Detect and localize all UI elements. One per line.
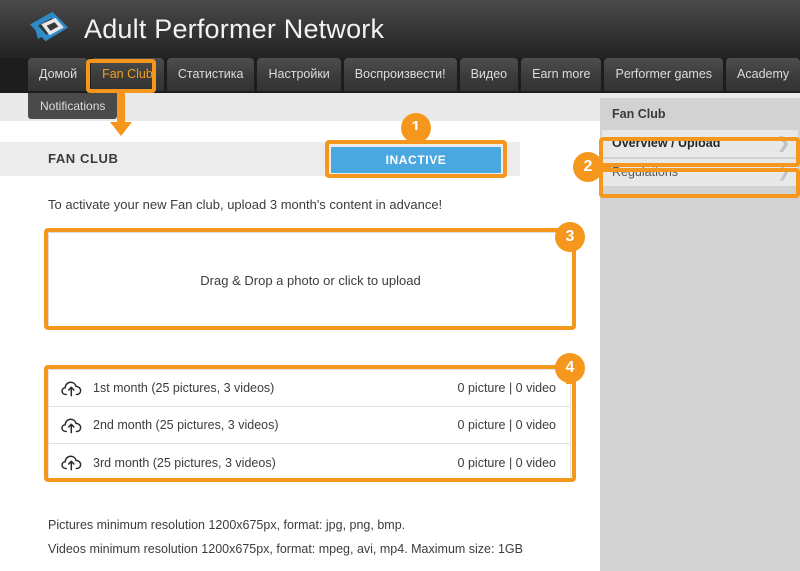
sidebar-item-label: Overview / Upload: [612, 136, 721, 150]
chevron-right-icon: ❯: [777, 135, 790, 152]
cloud-upload-icon: [49, 417, 93, 434]
nav-tab-settings[interactable]: Настройки: [257, 58, 341, 91]
requirements-notes: Pictures minimum resolution 1200x675px, …: [48, 518, 523, 566]
nav-tab-academy[interactable]: Academy: [726, 58, 800, 91]
main-navigation: Домой Fan Club Статистика Настройки Восп…: [0, 58, 800, 93]
upload-dropzone[interactable]: Drag & Drop a photo or click to upload: [48, 232, 573, 328]
nav-tab-fan-club[interactable]: Fan Club: [91, 58, 164, 91]
dropzone-label: Drag & Drop a photo or click to upload: [200, 272, 421, 288]
sidebar-item-overview-upload[interactable]: Overview / Upload ❯: [602, 130, 798, 157]
nav-tab-home[interactable]: Домой: [28, 58, 89, 91]
sidebar-item-label: Regulations: [612, 165, 679, 179]
list-item-count: 0 picture | 0 video: [457, 455, 556, 470]
nav-tab-statistics[interactable]: Статистика: [166, 58, 255, 91]
sidebar-item-regulations[interactable]: Regulations ❯: [602, 159, 798, 186]
list-item-label: 1st month (25 pictures, 3 videos): [93, 381, 275, 395]
nav-tab-play[interactable]: Воспроизвести!: [343, 58, 457, 91]
status-badge-inactive[interactable]: INACTIVE: [331, 147, 501, 173]
list-item-count: 0 picture | 0 video: [457, 381, 556, 395]
subnav-item-notifications[interactable]: Notifications: [28, 93, 118, 119]
list-item[interactable]: 1st month (25 pictures, 3 videos) 0 pict…: [49, 370, 570, 407]
page-title: Adult Performer Network: [84, 13, 385, 44]
list-item[interactable]: 3rd month (25 pictures, 3 videos) 0 pict…: [49, 444, 570, 481]
month-upload-list: 1st month (25 pictures, 3 videos) 0 pict…: [48, 369, 571, 482]
app-window: Adult Performer Network Домой Fan Club С…: [0, 0, 800, 571]
list-item-label: 3rd month (25 pictures, 3 videos): [93, 455, 276, 470]
picture-requirements: Pictures minimum resolution 1200x675px, …: [48, 518, 406, 532]
nav-tab-video[interactable]: Видео: [459, 58, 519, 91]
list-item-label: 2nd month (25 pictures, 3 videos): [93, 418, 279, 432]
right-sidebar: Fan Club Overview / Upload ❯ Regulations…: [600, 98, 800, 571]
app-header: Adult Performer Network: [0, 0, 800, 58]
sidebar-title: Fan Club: [612, 107, 666, 121]
intro-text: To activate your new Fan club, upload 3 …: [48, 197, 443, 212]
network-logo-icon: [28, 9, 72, 49]
nav-tab-performer-games[interactable]: Performer games: [604, 58, 724, 91]
cloud-upload-icon: [49, 454, 93, 471]
list-item[interactable]: 2nd month (25 pictures, 3 videos) 0 pict…: [49, 407, 570, 444]
list-item-count: 0 picture | 0 video: [457, 418, 556, 432]
video-requirements: Videos minimum resolution 1200x675px, fo…: [48, 542, 523, 556]
section-title: FAN CLUB: [48, 151, 119, 166]
cloud-upload-icon: [49, 380, 93, 397]
chevron-right-icon: ❯: [777, 164, 790, 181]
nav-tab-earn-more[interactable]: Earn more: [521, 58, 602, 91]
